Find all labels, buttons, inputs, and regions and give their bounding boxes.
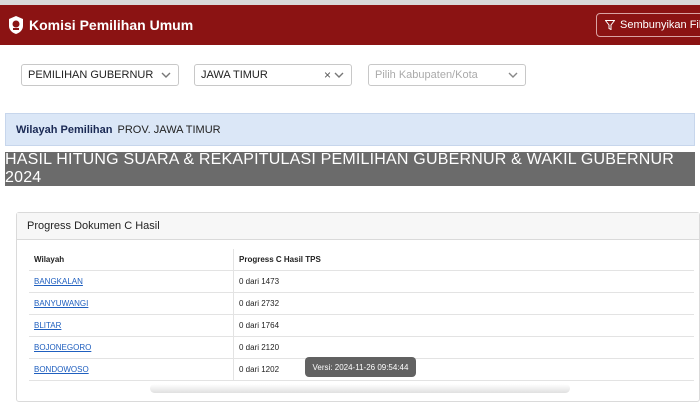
province-value: JAWA TIMUR bbox=[201, 69, 268, 81]
region-info-bar: Wilayah Pemilihan PROV. JAWA TIMUR bbox=[5, 113, 695, 146]
table-row: BLITAR 0 dari 1764 bbox=[29, 314, 694, 337]
region-cell: BONDOWOSO bbox=[29, 358, 234, 381]
app-title: Komisi Pemilihan Umum bbox=[29, 17, 194, 33]
chevron-down-icon bbox=[161, 72, 171, 78]
region-link[interactable]: BOJONEGORO bbox=[34, 343, 91, 352]
bottom-shadow bbox=[150, 384, 570, 393]
progress-cell: 0 dari 2120 bbox=[233, 336, 694, 359]
version-tooltip: Versi: 2024-11-26 09:54:44 bbox=[305, 357, 416, 377]
regency-select[interactable]: Pilih Kabupaten/Kota bbox=[368, 64, 526, 86]
region-link[interactable]: BANGKALAN bbox=[34, 277, 83, 286]
region-cell: BOJONEGORO bbox=[29, 336, 234, 359]
region-cell: BANGKALAN bbox=[29, 270, 234, 293]
region-link[interactable]: BANYUWANGI bbox=[34, 299, 88, 308]
table-row: BOJONEGORO 0 dari 2120 bbox=[29, 336, 694, 359]
hide-filter-button[interactable]: Sembunyikan Filter bbox=[596, 13, 700, 37]
filter-icon bbox=[605, 20, 615, 30]
region-value: PROV. JAWA TIMUR bbox=[117, 123, 221, 136]
progress-cell: 0 dari 1764 bbox=[233, 314, 694, 337]
kpu-logo-icon bbox=[7, 15, 25, 35]
table-row: BANGKALAN 0 dari 1473 bbox=[29, 270, 694, 293]
election-type-value: PEMILIHAN GUBERNUR bbox=[28, 69, 154, 81]
progress-cell: 0 dari 2732 bbox=[233, 292, 694, 315]
top-navbar: Komisi Pemilihan Umum Sembunyikan Filter bbox=[0, 5, 700, 45]
region-link[interactable]: BONDOWOSO bbox=[34, 365, 89, 374]
progress-cell: 0 dari 1473 bbox=[233, 270, 694, 293]
progress-card-title: Progress Dokumen C Hasil bbox=[17, 213, 699, 240]
province-select[interactable]: JAWA TIMUR × bbox=[194, 64, 352, 86]
region-link[interactable]: BLITAR bbox=[34, 321, 61, 330]
chevron-down-icon bbox=[334, 72, 344, 78]
regency-placeholder: Pilih Kabupaten/Kota bbox=[375, 69, 478, 81]
election-type-select[interactable]: PEMILIHAN GUBERNUR bbox=[21, 64, 179, 86]
column-header-region: Wilayah bbox=[29, 249, 234, 271]
chevron-down-icon bbox=[508, 72, 518, 78]
page-title: HASIL HITUNG SUARA & REKAPITULASI PEMILI… bbox=[5, 151, 695, 186]
table-header-row: Wilayah Progress C Hasil TPS bbox=[29, 249, 694, 271]
region-cell: BANYUWANGI bbox=[29, 292, 234, 315]
clear-icon[interactable]: × bbox=[324, 68, 331, 82]
table-row: BANYUWANGI 0 dari 2732 bbox=[29, 292, 694, 315]
region-label: Wilayah Pemilihan bbox=[16, 123, 113, 136]
region-cell: BLITAR bbox=[29, 314, 234, 337]
hide-filter-label: Sembunyikan Filter bbox=[620, 19, 700, 31]
filter-bar: PEMILIHAN GUBERNUR JAWA TIMUR × Pilih Ka… bbox=[5, 45, 695, 111]
column-header-progress: Progress C Hasil TPS bbox=[233, 249, 694, 271]
progress-cell: 0 dari 1202 bbox=[233, 358, 694, 381]
